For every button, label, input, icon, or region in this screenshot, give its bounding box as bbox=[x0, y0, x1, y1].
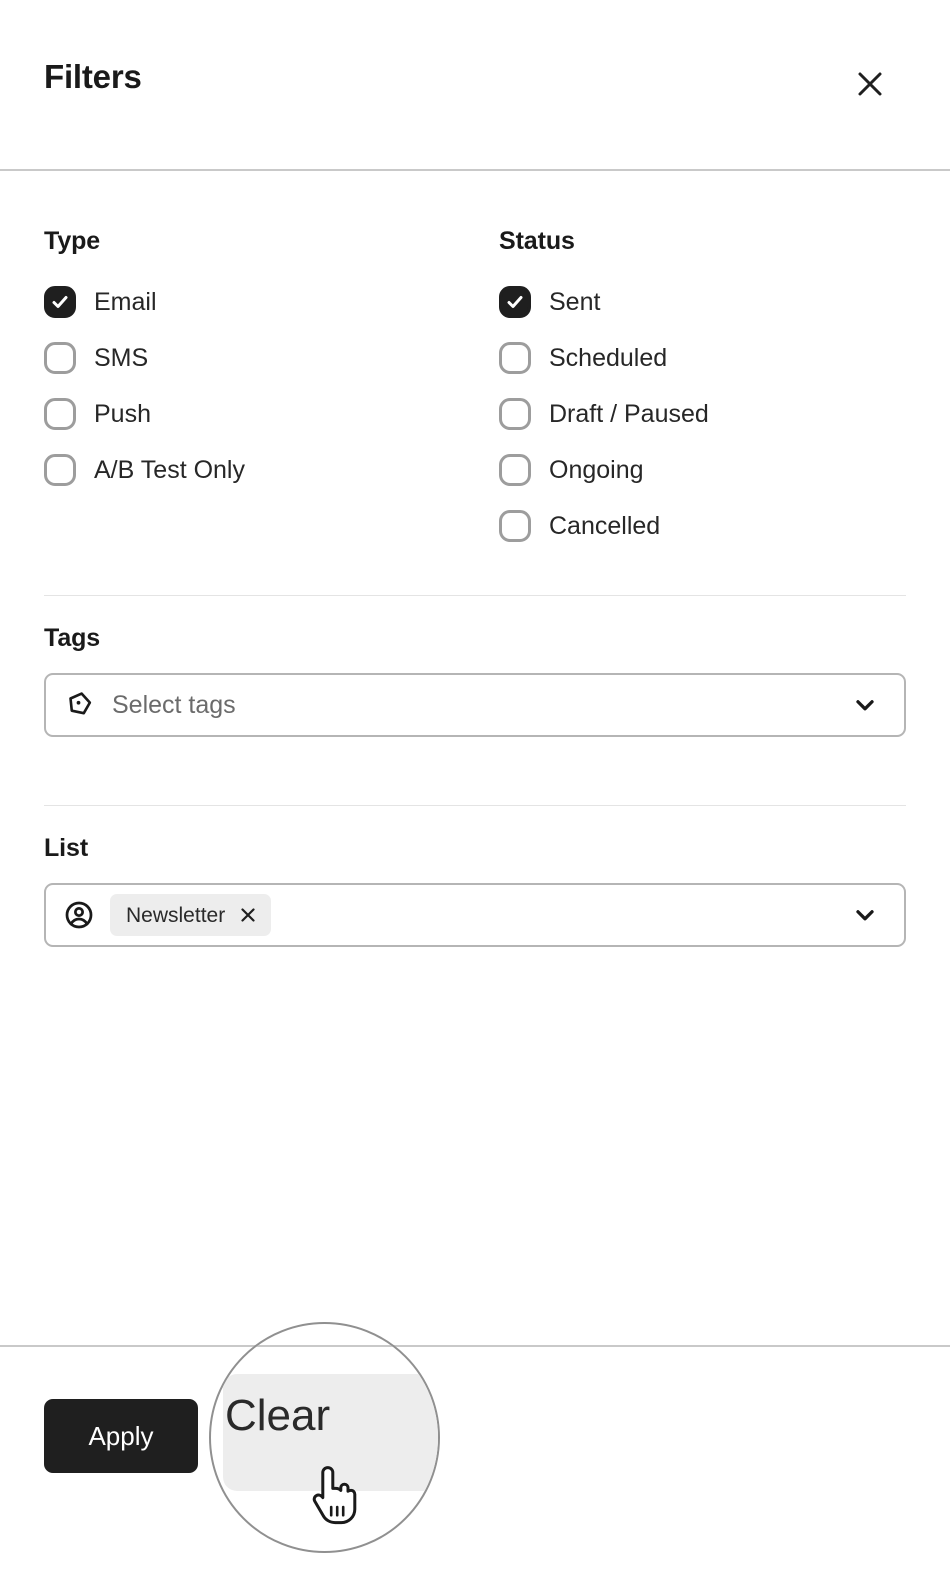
pointer-hand-cursor bbox=[306, 1464, 358, 1526]
checkbox-ab-test-only[interactable] bbox=[44, 454, 76, 486]
chip-remove-icon[interactable] bbox=[239, 906, 257, 924]
panel-footer: Apply Clear bbox=[0, 1345, 950, 1572]
checkbox-row-email[interactable]: Email bbox=[44, 282, 499, 322]
checkbox-row-ongoing[interactable]: Ongoing bbox=[499, 450, 909, 490]
chip-label: Newsletter bbox=[126, 903, 226, 927]
checkbox-push[interactable] bbox=[44, 398, 76, 430]
section-divider-1 bbox=[44, 595, 906, 596]
chevron-down-icon[interactable] bbox=[852, 692, 878, 718]
checkbox-label-scheduled: Scheduled bbox=[549, 343, 668, 372]
filter-section-list: List Newsletter bbox=[44, 836, 906, 947]
checkbox-label-ab-test-only: A/B Test Only bbox=[94, 455, 245, 484]
checkbox-email[interactable] bbox=[44, 286, 76, 318]
checkbox-label-sent: Sent bbox=[549, 287, 601, 316]
checkbox-draft-paused[interactable] bbox=[499, 398, 531, 430]
field-heading-tags: Tags bbox=[44, 624, 101, 652]
checkbox-sms[interactable] bbox=[44, 342, 76, 374]
checkbox-label-draft-paused: Draft / Paused bbox=[549, 399, 709, 428]
checkbox-sent[interactable] bbox=[499, 286, 531, 318]
checkbox-row-push[interactable]: Push bbox=[44, 394, 499, 434]
filter-group-type: Type Email SMS Push A/B Test Only bbox=[44, 171, 499, 546]
panel-body: Type Email SMS Push A/B Test Only Status… bbox=[0, 171, 950, 1345]
checkbox-row-cancelled[interactable]: Cancelled bbox=[499, 506, 909, 546]
tags-placeholder: Select tags bbox=[112, 690, 236, 719]
magnified-clear-label: Clear bbox=[225, 1391, 331, 1440]
checkbox-label-cancelled: Cancelled bbox=[549, 511, 661, 540]
filter-section-tags: Tags Select tags bbox=[44, 626, 906, 737]
checkbox-row-sms[interactable]: SMS bbox=[44, 338, 499, 378]
apply-button[interactable]: Apply bbox=[44, 1399, 198, 1473]
page-title: Filters bbox=[44, 58, 142, 95]
close-icon[interactable] bbox=[848, 62, 892, 106]
checkbox-groups: Type Email SMS Push A/B Test Only Status… bbox=[0, 171, 950, 546]
checkbox-row-scheduled[interactable]: Scheduled bbox=[499, 338, 909, 378]
checkbox-row-ab-test-only[interactable]: A/B Test Only bbox=[44, 450, 499, 490]
magnified-footer-divider bbox=[211, 1345, 438, 1347]
checkbox-row-sent[interactable]: Sent bbox=[499, 282, 909, 322]
checkbox-scheduled[interactable] bbox=[499, 342, 531, 374]
status-option-list: Sent Scheduled Draft / Paused Ongoing Ca… bbox=[499, 282, 909, 546]
tag-icon bbox=[64, 690, 94, 720]
chevron-down-icon[interactable] bbox=[852, 902, 878, 928]
checkbox-row-draft-paused[interactable]: Draft / Paused bbox=[499, 394, 909, 434]
checkbox-cancelled[interactable] bbox=[499, 510, 531, 542]
checkbox-label-sms: SMS bbox=[94, 343, 149, 372]
filters-panel: Filters Type Email SMS Push A/B Test Onl… bbox=[0, 0, 950, 1572]
field-heading-list: List bbox=[44, 834, 89, 862]
type-option-list: Email SMS Push A/B Test Only bbox=[44, 282, 499, 490]
group-heading-type: Type bbox=[44, 227, 101, 255]
section-divider-2 bbox=[44, 805, 906, 806]
tags-select[interactable]: Select tags bbox=[44, 673, 906, 737]
list-select[interactable]: Newsletter bbox=[44, 883, 906, 947]
user-circle-icon bbox=[64, 900, 94, 930]
group-heading-status: Status bbox=[499, 227, 575, 255]
checkbox-label-email: Email bbox=[94, 287, 157, 316]
magnifier-overlay: Clear bbox=[209, 1322, 440, 1553]
checkbox-label-push: Push bbox=[94, 399, 151, 428]
list-chip-newsletter[interactable]: Newsletter bbox=[110, 894, 272, 936]
checkbox-ongoing[interactable] bbox=[499, 454, 531, 486]
panel-header: Filters bbox=[0, 0, 950, 171]
filter-group-status: Status Sent Scheduled Draft / Paused Ong… bbox=[499, 171, 909, 546]
checkbox-label-ongoing: Ongoing bbox=[549, 455, 644, 484]
